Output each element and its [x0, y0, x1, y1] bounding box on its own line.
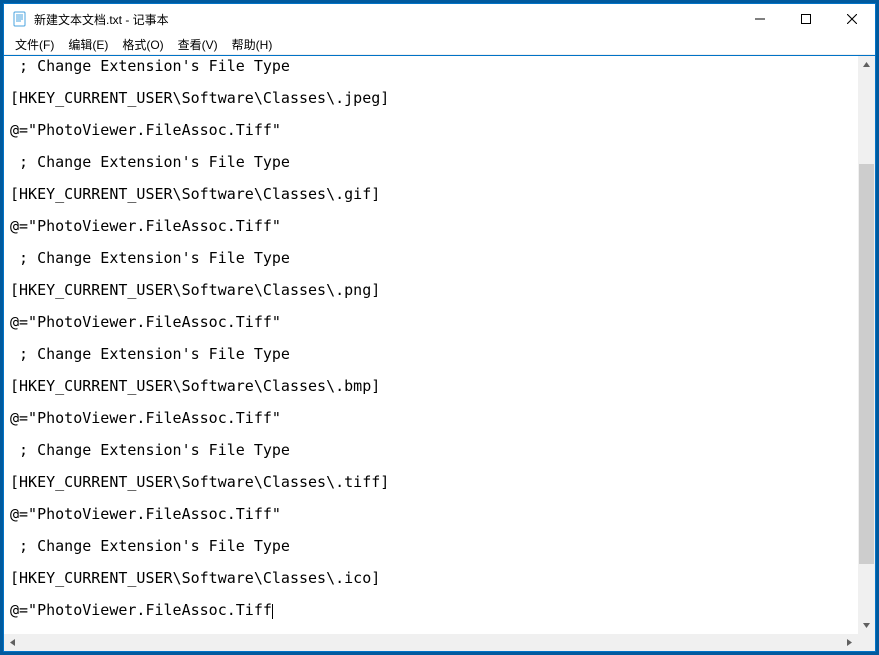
client-area: ; Change Extension's File Type [HKEY_CURR… [4, 55, 875, 651]
menu-file[interactable]: 文件(F) [8, 35, 61, 54]
text-line: ; Change Extension's File Type [10, 250, 856, 266]
menu-help[interactable]: 帮助(H) [225, 35, 280, 54]
scroll-up-arrow-icon[interactable] [858, 56, 875, 73]
minimize-button[interactable] [737, 4, 783, 34]
text-line: ; Change Extension's File Type [10, 538, 856, 554]
text-caret [272, 604, 273, 619]
scroll-right-arrow-icon[interactable] [841, 634, 858, 651]
scroll-down-arrow-icon[interactable] [858, 617, 875, 634]
text-line: [HKEY_CURRENT_USER\Software\Classes\.jpe… [10, 90, 856, 106]
text-line: [HKEY_CURRENT_USER\Software\Classes\.tif… [10, 474, 856, 490]
notepad-window: 新建文本文档.txt - 记事本 文件(F) 编辑(E) 格式(O) 查看(V)… [3, 3, 876, 652]
text-line: @="PhotoViewer.FileAssoc.Tiff" [10, 314, 856, 330]
editor-wrap: ; Change Extension's File Type [HKEY_CURR… [4, 56, 875, 634]
window-title: 新建文本文档.txt - 记事本 [34, 11, 737, 28]
menu-format[interactable]: 格式(O) [115, 35, 170, 54]
text-line: ; Change Extension's File Type [10, 442, 856, 458]
text-line: @="PhotoViewer.FileAssoc.Tiff [10, 602, 856, 618]
menu-bar: 文件(F) 编辑(E) 格式(O) 查看(V) 帮助(H) [4, 34, 875, 55]
text-line: @="PhotoViewer.FileAssoc.Tiff" [10, 410, 856, 426]
text-line: [HKEY_CURRENT_USER\Software\Classes\.ico… [10, 570, 856, 586]
text-line: [HKEY_CURRENT_USER\Software\Classes\.png… [10, 282, 856, 298]
text-line: @="PhotoViewer.FileAssoc.Tiff" [10, 122, 856, 138]
title-bar[interactable]: 新建文本文档.txt - 记事本 [4, 4, 875, 34]
notepad-app-icon [12, 11, 28, 27]
vertical-scroll-thumb[interactable] [859, 164, 874, 564]
window-controls [737, 4, 875, 34]
horizontal-scrollbar[interactable] [4, 634, 875, 651]
text-editor[interactable]: ; Change Extension's File Type [HKEY_CURR… [4, 56, 858, 634]
vertical-scrollbar[interactable] [858, 56, 875, 634]
text-line: ; Change Extension's File Type [10, 154, 856, 170]
text-line: ; Change Extension's File Type [10, 58, 856, 74]
menu-edit[interactable]: 编辑(E) [61, 35, 115, 54]
maximize-button[interactable] [783, 4, 829, 34]
text-line: ; Change Extension's File Type [10, 346, 856, 362]
close-button[interactable] [829, 4, 875, 34]
scroll-left-arrow-icon[interactable] [4, 634, 21, 651]
text-line: [HKEY_CURRENT_USER\Software\Classes\.bmp… [10, 378, 856, 394]
scrollbar-corner [858, 634, 875, 651]
text-line: [HKEY_CURRENT_USER\Software\Classes\.gif… [10, 186, 856, 202]
horizontal-scroll-track[interactable] [21, 634, 841, 651]
text-line: @="PhotoViewer.FileAssoc.Tiff" [10, 218, 856, 234]
menu-view[interactable]: 查看(V) [171, 35, 225, 54]
text-line: @="PhotoViewer.FileAssoc.Tiff" [10, 506, 856, 522]
